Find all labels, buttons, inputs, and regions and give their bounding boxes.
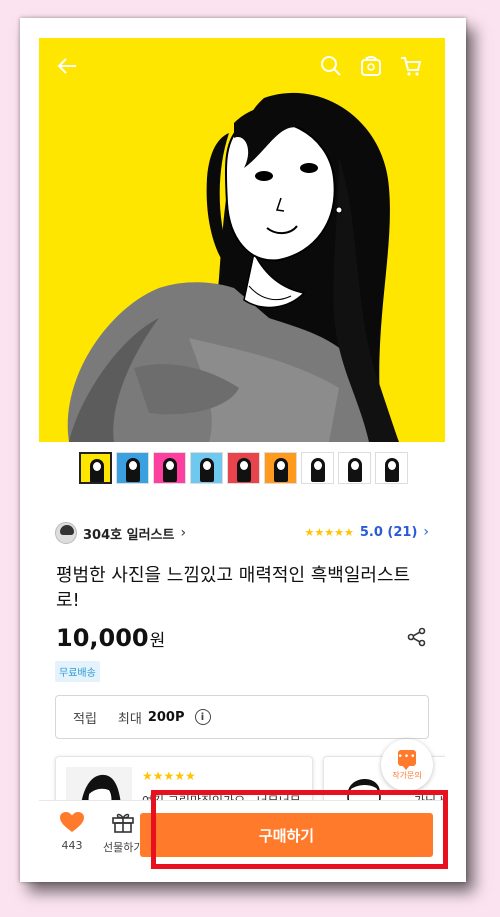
rating-link[interactable]: ★★★★★ 5.0 (21) ›: [305, 524, 429, 540]
points-box: 적립 최대 200P i: [55, 695, 429, 739]
seller-name: 304호 일러스트: [83, 527, 175, 543]
gift-label: 선물하기: [103, 841, 144, 854]
bottom-action-bar: 443 선물하기 구매하기: [39, 800, 445, 882]
price: 10,000 원: [56, 624, 165, 652]
thumbnail[interactable]: [338, 452, 371, 484]
gift-button[interactable]: 선물하기: [103, 811, 143, 855]
illustration-artwork: [67, 92, 399, 442]
product-hero-image: [39, 38, 445, 442]
device-frame: 304호 일러스트 › ★★★★★ 5.0 (21) › 평범한 사진을 느낌있…: [20, 18, 466, 882]
price-value: 10,000: [56, 624, 149, 652]
heart-icon: [60, 812, 84, 832]
thumbnail-face: [93, 462, 101, 471]
info-icon[interactable]: i: [194, 709, 211, 725]
seller-avatar: [55, 522, 77, 544]
gift-icon: [112, 813, 135, 833]
artist-inquiry-button[interactable]: ••• 작가문의: [381, 739, 433, 791]
points-max-label: 최대: [117, 711, 142, 727]
artist-inquiry-label: 작가문의: [392, 770, 422, 780]
thumbnail-strip: [79, 452, 408, 484]
seller-link[interactable]: 304호 일러스트 ›: [55, 522, 186, 544]
like-count: 443: [61, 839, 83, 852]
store-icon[interactable]: [357, 52, 385, 80]
like-button[interactable]: 443: [59, 811, 85, 852]
star-rating-icon: ★★★★★: [304, 525, 354, 539]
thumbnail[interactable]: [375, 452, 408, 484]
back-arrow-icon[interactable]: [53, 52, 81, 80]
chat-icon: •••: [398, 749, 416, 770]
thumbnail-face: [314, 461, 322, 470]
rating-score: 5.0 (21): [359, 524, 418, 540]
thumbnail[interactable]: [264, 452, 297, 484]
thumbnail-face: [351, 461, 359, 470]
thumbnail-face: [388, 461, 396, 470]
points-label: 적립: [73, 711, 97, 727]
points-value: 200P: [147, 709, 185, 725]
search-icon[interactable]: [317, 52, 345, 80]
thumbnail-face: [277, 461, 285, 470]
thumbnail[interactable]: [153, 452, 186, 484]
share-icon[interactable]: [407, 627, 427, 651]
thumbnail[interactable]: [79, 452, 112, 484]
thumbnail-face: [129, 461, 137, 470]
thumbnail[interactable]: [116, 452, 149, 484]
review-stars: ★★★★★: [142, 769, 196, 783]
buy-button[interactable]: 구매하기: [140, 813, 433, 857]
app-screen: 304호 일러스트 › ★★★★★ 5.0 (21) › 평범한 사진을 느낌있…: [39, 38, 445, 882]
currency-label: 원: [149, 631, 166, 651]
thumbnail[interactable]: [301, 452, 334, 484]
thumbnail-face: [240, 461, 248, 470]
thumbnail-face: [166, 461, 174, 470]
free-shipping-badge: 무료배송: [55, 661, 100, 682]
product-title: 평범한 사진을 느낌있고 매력적인 흑백일러스트로!: [56, 565, 411, 611]
chevron-right-icon: ›: [180, 525, 187, 541]
thumbnail[interactable]: [227, 452, 260, 484]
chevron-right-icon: ›: [423, 524, 429, 540]
cart-icon[interactable]: [397, 52, 425, 80]
thumbnail[interactable]: [190, 452, 223, 484]
thumbnail-face: [203, 461, 211, 470]
